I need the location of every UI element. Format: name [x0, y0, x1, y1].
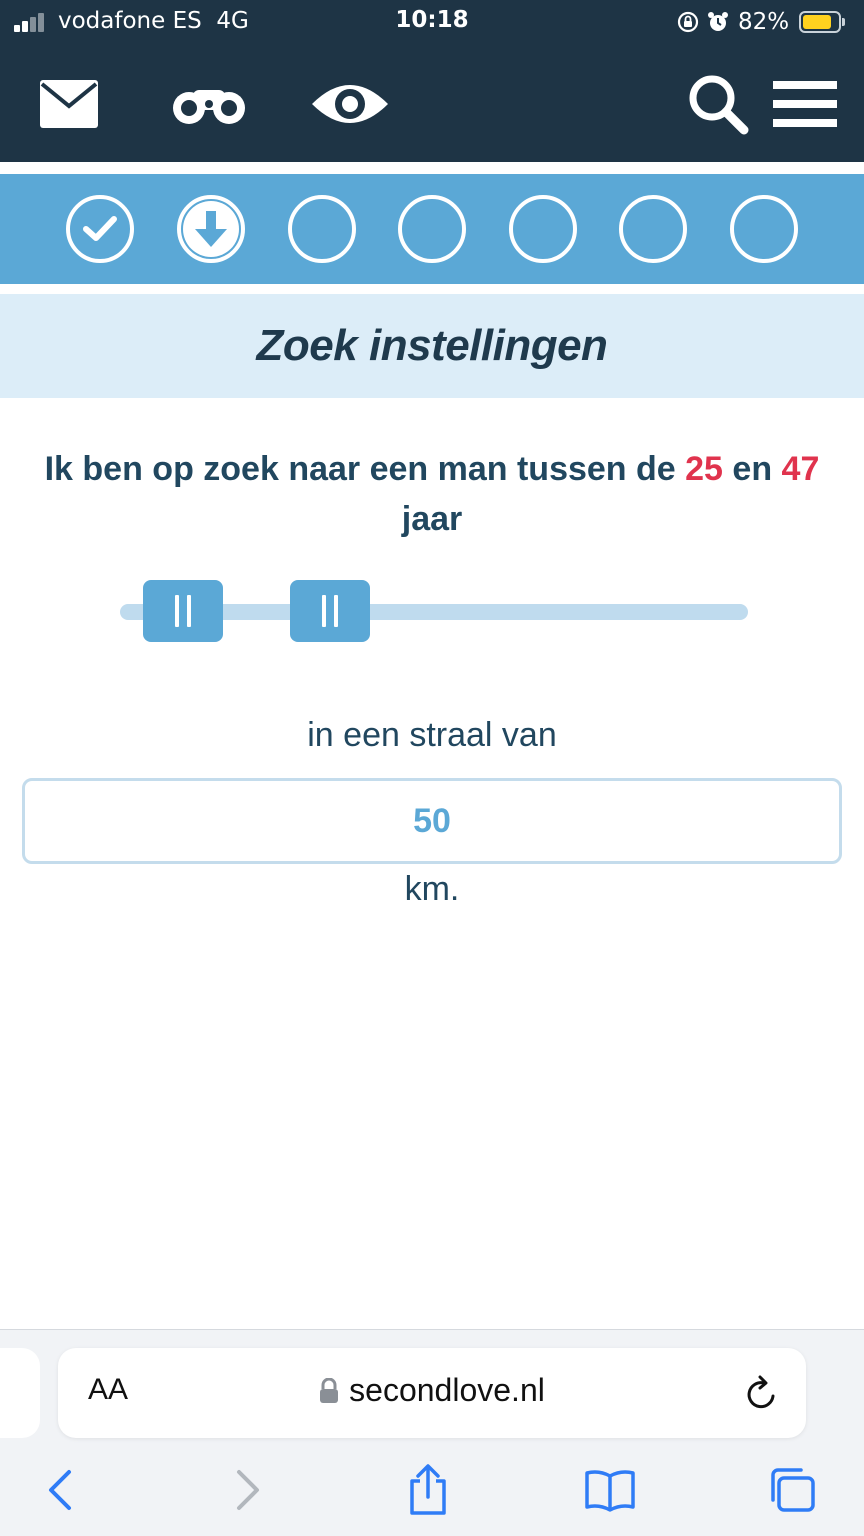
back-button[interactable] — [30, 1460, 90, 1520]
discover-button[interactable] — [168, 64, 250, 144]
share-icon — [410, 1464, 446, 1515]
tabs-button[interactable] — [762, 1460, 822, 1520]
age-text-before: Ik ben op zoek naar een man tussen de — [44, 450, 686, 488]
visitors-button[interactable] — [310, 64, 390, 144]
bookmarks-button[interactable] — [580, 1460, 640, 1520]
browser-toolbar: AA secondlove.nl — [0, 1329, 864, 1536]
messages-button[interactable] — [36, 64, 102, 144]
app-header — [0, 44, 864, 162]
back-icon — [49, 1470, 71, 1510]
orientation-lock-icon — [677, 11, 699, 33]
header-divider — [0, 162, 864, 174]
battery-percent: 82% — [738, 9, 790, 35]
lock-icon — [320, 1377, 339, 1403]
steps-progress — [0, 174, 864, 284]
previous-tab-preview[interactable] — [0, 1348, 40, 1438]
tabs-icon — [771, 1468, 815, 1512]
radius-label: in een straal van — [307, 716, 557, 754]
age-range-sentence: Ik ben op zoek naar een man tussen de 25… — [20, 444, 844, 544]
step-2[interactable] — [177, 195, 245, 263]
step-4[interactable] — [398, 195, 466, 263]
battery-fill — [803, 15, 832, 29]
step-1[interactable] — [66, 195, 134, 263]
reload-button[interactable] — [744, 1374, 780, 1416]
age-min-value: 25 — [685, 450, 723, 488]
search-icon — [689, 75, 749, 135]
address-bar[interactable]: AA secondlove.nl — [58, 1348, 806, 1438]
min-age-handle[interactable] — [143, 580, 223, 642]
alarm-icon — [708, 12, 728, 31]
share-button[interactable] — [398, 1460, 458, 1520]
search-button[interactable] — [686, 64, 750, 144]
age-text-after: jaar — [401, 500, 463, 538]
step-7[interactable] — [730, 195, 798, 263]
url-display[interactable]: secondlove.nl — [58, 1372, 806, 1409]
max-age-handle[interactable] — [290, 580, 370, 642]
step-5[interactable] — [509, 195, 577, 263]
menu-icon — [773, 81, 837, 127]
arrow-down-icon — [183, 201, 239, 257]
section-title-band: Zoek instellingen — [0, 294, 864, 398]
reload-icon — [747, 1375, 775, 1409]
radius-input[interactable]: 50 — [22, 778, 842, 864]
radius-unit: km. — [404, 870, 460, 908]
eye-icon — [312, 85, 388, 123]
status-bar: vodafone ES 4G 10:18 82% — [0, 0, 864, 44]
bookmarks-icon — [585, 1470, 635, 1512]
battery-icon — [799, 11, 846, 33]
age-text-between: en — [722, 450, 782, 488]
page-title: Zoek instellingen — [256, 321, 608, 370]
forward-icon — [237, 1470, 259, 1510]
age-range-slider[interactable] — [120, 580, 748, 642]
url-text: secondlove.nl — [349, 1372, 545, 1408]
forward-button[interactable] — [218, 1460, 278, 1520]
status-icons: 82% — [676, 8, 846, 36]
binoculars-icon — [173, 90, 245, 124]
step-6[interactable] — [619, 195, 687, 263]
menu-button[interactable] — [772, 64, 838, 144]
step-3[interactable] — [288, 195, 356, 263]
age-max-value: 47 — [781, 450, 820, 488]
check-icon — [83, 216, 117, 241]
mail-icon — [40, 80, 98, 128]
